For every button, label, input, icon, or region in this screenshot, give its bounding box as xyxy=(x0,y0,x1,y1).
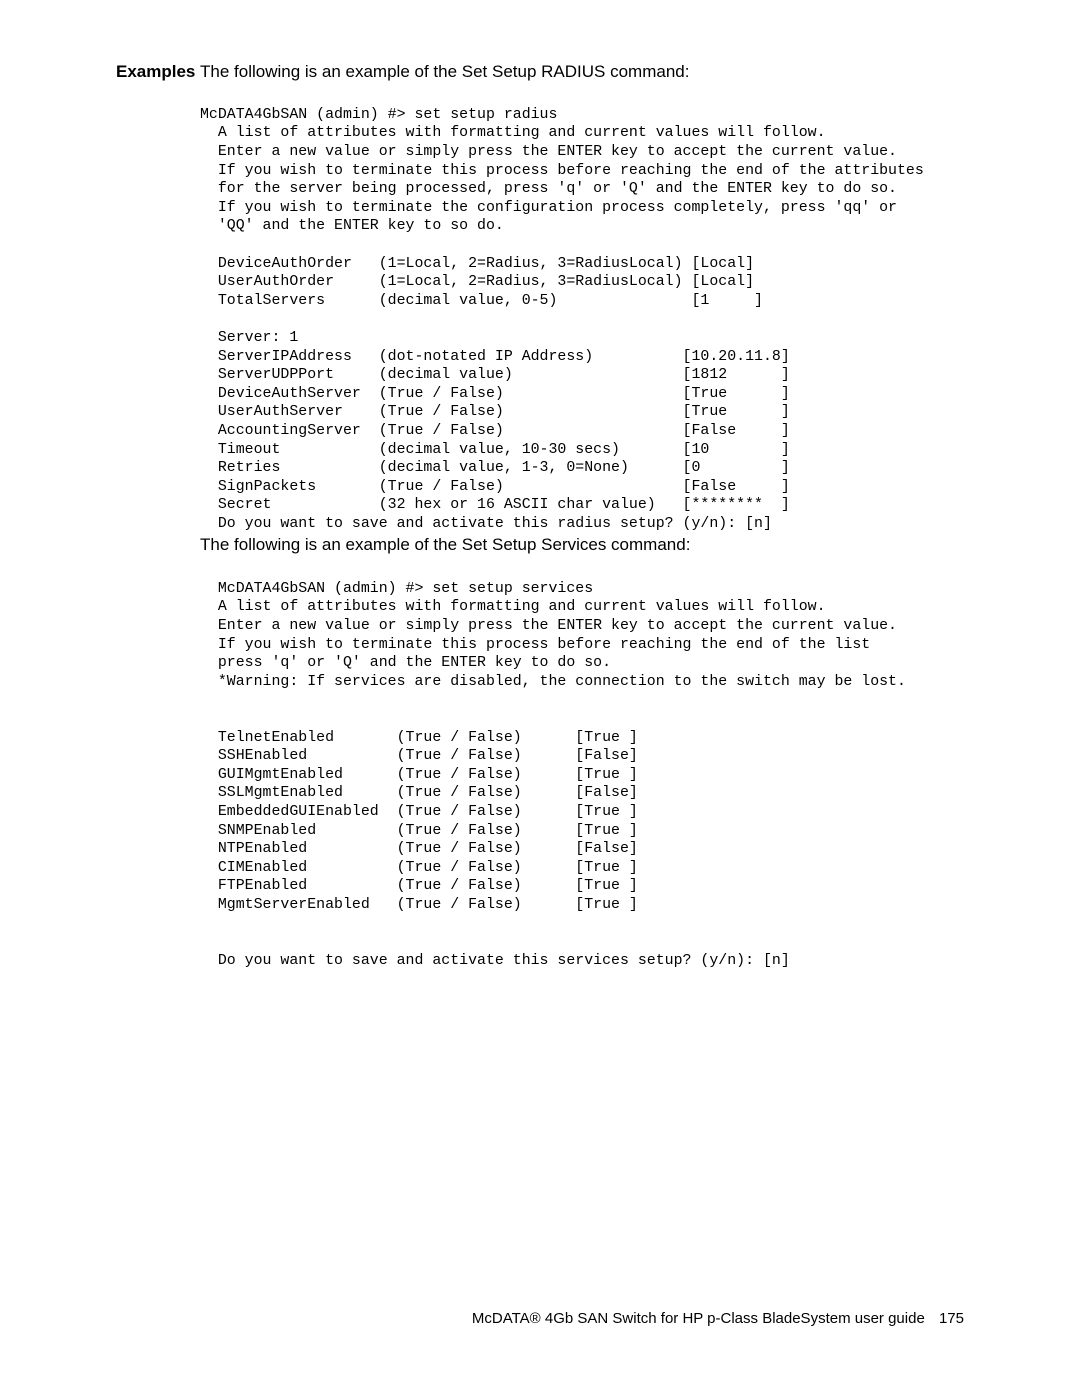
radius-example-block: McDATA4GbSAN (admin) #> set setup radius… xyxy=(200,106,924,534)
page-container: Examples The following is an example of … xyxy=(0,0,1080,1397)
footer-text: McDATA® 4Gb SAN Switch for HP p-Class Bl… xyxy=(472,1310,925,1327)
intro-services: The following is an example of the Set S… xyxy=(200,535,690,555)
page-footer: McDATA® 4Gb SAN Switch for HP p-Class Bl… xyxy=(472,1310,964,1327)
services-example-block: McDATA4GbSAN (admin) #> set setup servic… xyxy=(200,580,906,970)
examples-label: Examples xyxy=(116,62,195,82)
page-number: 175 xyxy=(939,1310,964,1327)
intro-radius: The following is an example of the Set S… xyxy=(200,62,689,82)
